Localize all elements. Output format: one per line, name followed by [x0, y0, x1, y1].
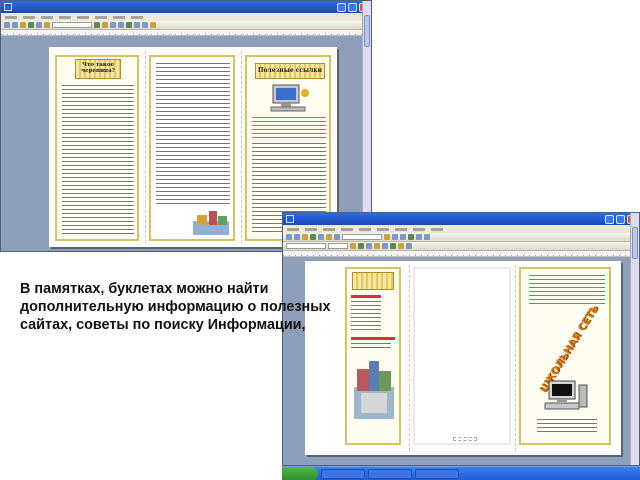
taskbar[interactable]: [282, 466, 640, 480]
maximize-icon[interactable]: [348, 2, 357, 12]
title-bar-back[interactable]: [1, 1, 371, 13]
start-button[interactable]: [282, 466, 318, 480]
toolbar-back[interactable]: [1, 21, 371, 30]
slide: Что такое черепица? Полезные ссылки ШКОЛ…: [0, 0, 640, 480]
brochure-column-left: Что такое черепица?: [55, 55, 139, 241]
banner-left-front: [352, 272, 394, 290]
taskbar-item[interactable]: [415, 468, 459, 479]
toolbar-front[interactable]: [283, 233, 639, 242]
scrollbar-front[interactable]: [630, 213, 639, 465]
menu-bar-front[interactable]: [283, 225, 639, 233]
brochure-column-right-front: ШКОЛЬНАЯ СЕТЬ: [519, 267, 611, 445]
taskbar-item[interactable]: [321, 468, 365, 479]
formatting-toolbar-front[interactable]: [283, 242, 639, 251]
menu-bar-back[interactable]: [1, 13, 371, 21]
word-window-front[interactable]: ШКОЛЬНАЯ СЕТЬ: [282, 212, 640, 466]
brochure-column-middle: [149, 55, 235, 241]
banner-left: Что такое черепица?: [75, 59, 121, 79]
brochure-page-front: ШКОЛЬНАЯ СЕТЬ: [305, 261, 621, 455]
minimize-icon[interactable]: [605, 214, 614, 224]
word-app-icon: [286, 215, 294, 223]
slide-caption: В памятках, буклетах можно найти дополни…: [20, 281, 331, 334]
minimize-icon[interactable]: [337, 2, 346, 12]
title-bar-front[interactable]: [283, 213, 639, 225]
maximize-icon[interactable]: [616, 214, 625, 224]
ruler-front: [283, 251, 639, 257]
computer-illustration-icon: [544, 380, 588, 410]
brochure-column-left-front: [345, 267, 401, 445]
books-illustration-icon: [193, 211, 229, 235]
computer-illustration-icon: [270, 84, 309, 112]
taskbar-item[interactable]: [368, 468, 412, 479]
word-app-icon: [4, 3, 12, 11]
brochure-column-middle-front: [413, 267, 511, 445]
banner-right: Полезные ссылки: [255, 63, 325, 79]
books-illustration-icon: [354, 361, 394, 419]
ruler-back: [1, 30, 371, 36]
